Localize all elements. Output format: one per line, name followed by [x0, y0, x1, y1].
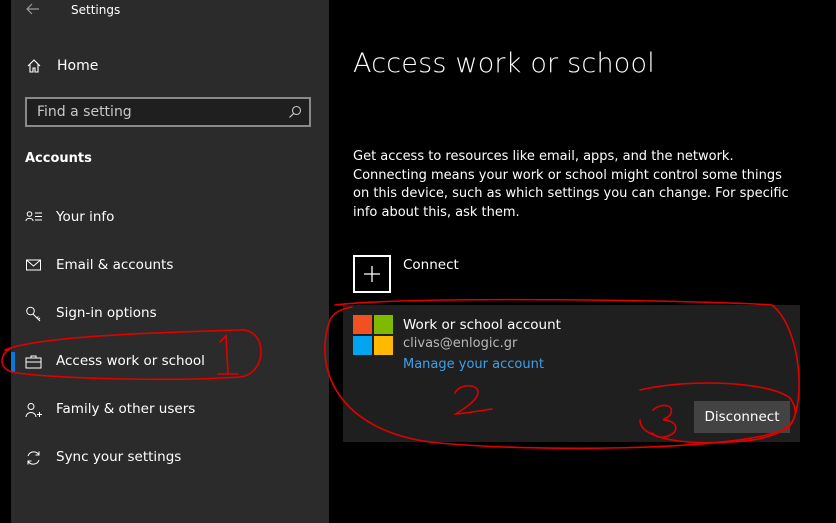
connect-tile[interactable]: [353, 255, 391, 293]
sidebar-item-label: Sync your settings: [56, 449, 182, 465]
section-label-accounts: Accounts: [25, 151, 92, 166]
disconnect-button[interactable]: Disconnect: [694, 401, 790, 433]
person-add-icon: [25, 403, 42, 418]
sidebar-item-sync-your-settings[interactable]: Sync your settings: [11, 438, 329, 478]
title-bar: Settings: [11, 0, 329, 22]
account-email: clivas@enlogic.gr: [403, 336, 518, 351]
main-content: Access work or school Get access to reso…: [329, 0, 836, 523]
sync-icon: [27, 451, 40, 465]
sidebar: Settings Home Accounts Your info Email &…: [11, 0, 329, 523]
sidebar-item-label: Your info: [56, 209, 115, 225]
sidebar-item-access-work-or-school[interactable]: Access work or school: [11, 342, 329, 382]
sidebar-item-email-accounts[interactable]: Email & accounts: [11, 246, 329, 286]
sidebar-item-home[interactable]: Home: [11, 52, 329, 80]
sidebar-item-sign-in-options[interactable]: Sign-in options: [11, 294, 329, 334]
manage-account-link[interactable]: Manage your account: [403, 357, 544, 372]
work-school-account-card[interactable]: Work or school account clivas@enlogic.gr…: [343, 305, 800, 442]
microsoft-logo-icon: [353, 315, 393, 355]
account-title: Work or school account: [403, 317, 561, 333]
connect-label: Connect: [403, 257, 459, 273]
home-icon: [27, 59, 41, 73]
connect-button[interactable]: Connect: [353, 255, 553, 295]
search-icon[interactable]: [288, 105, 302, 119]
briefcase-icon: [25, 355, 42, 369]
home-label: Home: [57, 58, 99, 74]
window-edge: [0, 0, 11, 523]
sidebar-item-label: Access work or school: [56, 353, 205, 369]
sidebar-item-your-info[interactable]: Your info: [11, 198, 329, 238]
plus-icon: [364, 266, 380, 282]
key-icon: [26, 306, 41, 322]
mail-icon: [26, 259, 41, 271]
back-arrow-icon[interactable]: [25, 1, 41, 17]
person-list-icon: [25, 211, 42, 222]
search-input[interactable]: [27, 99, 287, 125]
sidebar-item-label: Family & other users: [56, 401, 196, 417]
page-title: Access work or school: [353, 48, 655, 79]
sidebar-item-label: Sign-in options: [56, 305, 157, 321]
app-title: Settings: [71, 3, 121, 17]
page-description: Get access to resources like email, apps…: [353, 149, 789, 220]
sidebar-item-label: Email & accounts: [56, 257, 174, 273]
sidebar-item-family-other-users[interactable]: Family & other users: [11, 390, 329, 430]
search-box[interactable]: [25, 97, 311, 127]
